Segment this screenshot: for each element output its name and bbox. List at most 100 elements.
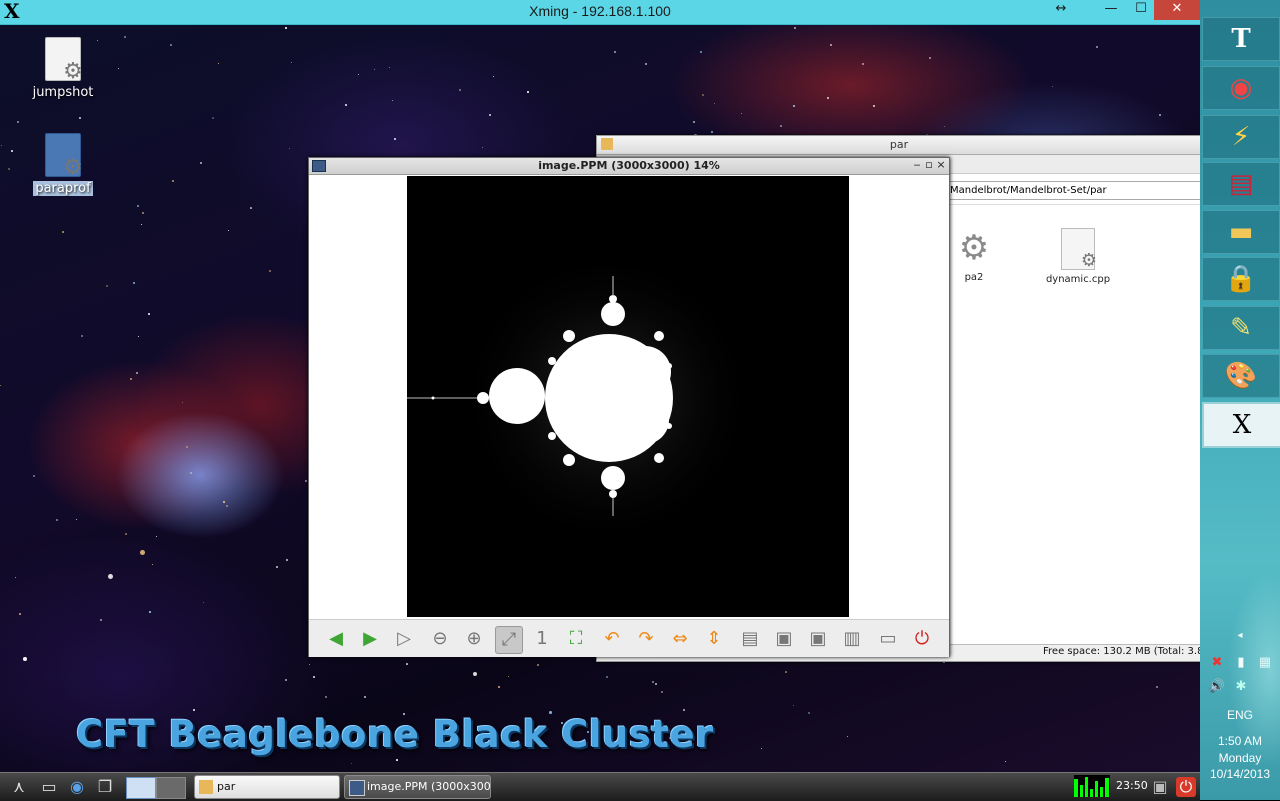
star-dot xyxy=(459,89,461,91)
star-dot xyxy=(508,676,510,678)
star-dot xyxy=(873,105,875,107)
chrome-icon: ◉ xyxy=(1229,73,1253,103)
image-viewer-title-bar[interactable]: image.PPM (3000x3000) 14% ‒ ▫ × xyxy=(309,158,949,175)
lock-icon: 🔒 xyxy=(1224,264,1258,294)
star-dot xyxy=(81,335,84,338)
star-dot xyxy=(498,686,500,688)
star-dot xyxy=(137,205,139,207)
star-dot xyxy=(793,705,795,707)
flip-horizontal-button[interactable]: ⇔ xyxy=(667,626,693,652)
star-dot xyxy=(250,207,252,209)
show-desktop-icon[interactable]: ❐ xyxy=(94,777,116,797)
image-viewer-window[interactable]: image.PPM (3000x3000) 14% ‒ ▫ × ◀ ▶ ▷ ⊖ … xyxy=(308,157,950,657)
taskbar-clock[interactable]: 23:50 xyxy=(1116,779,1148,792)
save-button[interactable]: ▣ xyxy=(771,626,797,652)
star-dot xyxy=(33,475,35,477)
preferences-button[interactable]: ▭ xyxy=(875,626,901,652)
taskbar-app-explorer[interactable]: ▬ xyxy=(1202,210,1280,254)
desktop-icon-label: paraprof xyxy=(33,181,93,196)
show-hidden-icons-button[interactable]: ◂ xyxy=(1200,630,1280,641)
save-as-button[interactable]: ▣ xyxy=(805,626,831,652)
start-menu-icon[interactable]: ⋏ xyxy=(8,777,30,797)
desktop-icon-paraprof[interactable]: ⚙ paraprof xyxy=(28,133,98,196)
quit-button[interactable]: ⏻ xyxy=(909,626,935,652)
minimize-button[interactable]: — xyxy=(1096,0,1126,20)
star-dot xyxy=(396,759,398,761)
maximize-button[interactable]: ▫ xyxy=(923,158,935,171)
rotate-left-button[interactable]: ↶ xyxy=(599,626,625,652)
taskbar-item-image-viewer[interactable]: image.PPM (3000x300... xyxy=(344,775,491,799)
network-status-icon[interactable]: ▦ xyxy=(1254,654,1276,670)
star-dot xyxy=(138,336,140,338)
fullscreen-button[interactable]: ⛶ xyxy=(563,626,589,652)
image-viewer-toolbar: ◀ ▶ ▷ ⊖ ⊕ ⤢ 1 ⛶ ↶ ↷ ⇔ ⇕ ▤ ▣ ▣ ▥ ▭ ⏻ xyxy=(309,619,949,657)
slideshow-button[interactable]: ▷ xyxy=(391,626,417,652)
file-manager-launcher-icon[interactable]: ▭ xyxy=(38,777,60,797)
path-bar[interactable]: Mandelbrot/Mandelbrot-Set/par xyxy=(947,181,1203,200)
rotate-right-button[interactable]: ↷ xyxy=(633,626,659,652)
lock-screen-icon[interactable]: ▣ xyxy=(1150,777,1170,797)
windows-taskbar: T ◉ ⚡ ▤ ▬ 🔒 ✎ 🎨 X ◂ ✖ ▮ ▦ 🔊 ✱ ENG 1:50 A… xyxy=(1200,0,1280,800)
clock-day[interactable]: Monday xyxy=(1200,751,1280,765)
workspace-1-button[interactable] xyxy=(126,777,156,799)
zoom-in-button[interactable]: ⊕ xyxy=(461,626,487,652)
taskbar-app-texstudio[interactable]: T xyxy=(1202,17,1280,61)
clock-date[interactable]: 10/14/2013 xyxy=(1200,767,1280,781)
file-item-dynamic-cpp[interactable]: ⚙ dynamic.cpp xyxy=(1033,228,1123,285)
star-dot xyxy=(133,282,135,284)
taskbar-app-editor[interactable]: ✎ xyxy=(1202,306,1280,350)
resize-icon[interactable]: ↔ xyxy=(1046,0,1076,20)
close-button[interactable]: × xyxy=(935,158,947,171)
taskbar-app-xming[interactable]: X xyxy=(1202,402,1280,448)
star-dot xyxy=(489,114,492,117)
language-indicator[interactable]: ENG xyxy=(1200,708,1280,722)
file-manager-title-bar[interactable]: par xyxy=(597,136,1201,155)
star-dot xyxy=(614,51,617,54)
maximize-button[interactable]: ☐ xyxy=(1126,0,1156,20)
gear-icon: ⚙ xyxy=(958,228,990,268)
star-dot xyxy=(124,36,127,39)
star-dot xyxy=(15,577,17,579)
star-dot xyxy=(142,212,144,214)
image-canvas[interactable] xyxy=(407,176,849,617)
action-center-icon[interactable]: ✖ xyxy=(1206,654,1228,670)
star-dot xyxy=(711,131,714,134)
minimize-button[interactable]: ‒ xyxy=(911,158,923,171)
delete-button[interactable]: ▥ xyxy=(839,626,865,652)
taskbar-app-vpn[interactable]: 🔒 xyxy=(1202,257,1280,301)
star-dot xyxy=(693,121,695,123)
logout-icon[interactable]: ⏻ xyxy=(1176,777,1196,797)
next-button[interactable]: ▶ xyxy=(357,626,383,652)
star-dot xyxy=(482,147,484,149)
bluetooth-icon[interactable]: ✱ xyxy=(1230,678,1252,694)
palette-icon: 🎨 xyxy=(1224,361,1258,391)
star-dot xyxy=(830,44,833,47)
taskbar-app-save[interactable]: ▤ xyxy=(1202,162,1280,206)
volume-icon[interactable]: 🔊 xyxy=(1206,678,1228,694)
previous-button[interactable]: ◀ xyxy=(323,626,349,652)
flip-vertical-button[interactable]: ⇕ xyxy=(701,626,727,652)
desktop-icon-jumpshot[interactable]: ⚙ jumpshot xyxy=(28,37,98,100)
taskbar-app-paint[interactable]: 🎨 xyxy=(1202,354,1280,398)
star-dot xyxy=(200,162,203,165)
web-browser-launcher-icon[interactable]: ◉ xyxy=(66,777,88,797)
zoom-original-button[interactable]: 1 xyxy=(529,626,555,652)
workspace-2-button[interactable] xyxy=(156,777,186,799)
star-dot xyxy=(389,67,391,69)
open-file-button[interactable]: ▤ xyxy=(737,626,763,652)
free-space-text: Free space: 130.2 MB (Total: 3.8 xyxy=(1043,646,1204,657)
clock-time[interactable]: 1:50 AM xyxy=(1200,734,1280,748)
taskbar-app-network[interactable]: ⚡ xyxy=(1202,115,1280,159)
taskbar-app-chrome[interactable]: ◉ xyxy=(1202,66,1280,110)
xming-title-bar[interactable]: X Xming - 192.168.1.100 ↔ — ☐ ✕ xyxy=(0,0,1200,25)
power-icon[interactable]: ▮ xyxy=(1230,654,1252,670)
taskbar-item-label: image.PPM (3000x300... xyxy=(367,780,491,793)
zoom-out-button[interactable]: ⊖ xyxy=(427,626,453,652)
floppy-disk-icon: ▤ xyxy=(1228,169,1254,199)
close-button[interactable]: ✕ xyxy=(1154,0,1200,20)
star-dot xyxy=(309,664,311,666)
taskbar-item-par[interactable]: par xyxy=(194,775,340,799)
star-dot xyxy=(56,519,59,522)
notepad-icon: ✎ xyxy=(1230,313,1252,343)
zoom-fit-button[interactable]: ⤢ xyxy=(495,626,523,654)
